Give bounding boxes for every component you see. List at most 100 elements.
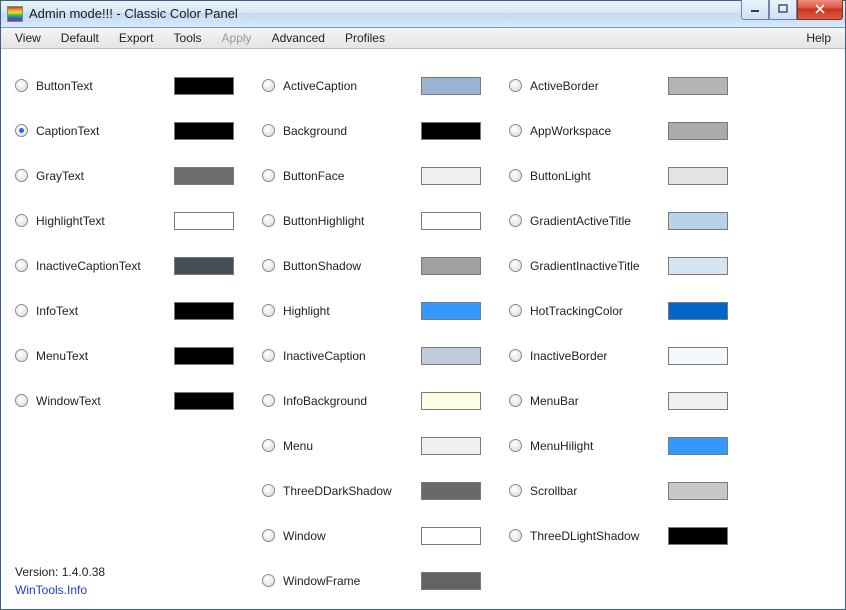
label-activeborder[interactable]: ActiveBorder: [530, 79, 668, 93]
swatch-menubar[interactable]: [668, 392, 728, 410]
swatch-highlight[interactable]: [421, 302, 481, 320]
radio-gradientactivetitle[interactable]: [509, 214, 522, 227]
swatch-menu[interactable]: [421, 437, 481, 455]
titlebar[interactable]: Admin mode!!! - Classic Color Panel: [1, 1, 845, 28]
swatch-background[interactable]: [421, 122, 481, 140]
swatch-gradientinactivetitle[interactable]: [668, 257, 728, 275]
swatch-highlighttext[interactable]: [174, 212, 234, 230]
menu-advanced[interactable]: Advanced: [262, 29, 335, 47]
radio-threedlightshadow[interactable]: [509, 529, 522, 542]
swatch-windowframe[interactable]: [421, 572, 481, 590]
radio-activecaption[interactable]: [262, 79, 275, 92]
label-captiontext[interactable]: CaptionText: [36, 124, 174, 138]
radio-menutext[interactable]: [15, 349, 28, 362]
label-threeddarkshadow[interactable]: ThreeDDarkShadow: [283, 484, 421, 498]
minimize-button[interactable]: [741, 0, 769, 20]
radio-captiontext[interactable]: [15, 124, 28, 137]
swatch-captiontext[interactable]: [174, 122, 234, 140]
radio-buttonshadow[interactable]: [262, 259, 275, 272]
label-inactiveborder[interactable]: InactiveBorder: [530, 349, 668, 363]
radio-inactivecaptiontext[interactable]: [15, 259, 28, 272]
radio-buttontext[interactable]: [15, 79, 28, 92]
label-menutext[interactable]: MenuText: [36, 349, 174, 363]
label-infotext[interactable]: InfoText: [36, 304, 174, 318]
radio-menuhilight[interactable]: [509, 439, 522, 452]
menu-view[interactable]: View: [5, 29, 51, 47]
radio-inactiveborder[interactable]: [509, 349, 522, 362]
radio-windowtext[interactable]: [15, 394, 28, 407]
radio-infobackground[interactable]: [262, 394, 275, 407]
menu-tools[interactable]: Tools: [164, 29, 212, 47]
label-gradientactivetitle[interactable]: GradientActiveTitle: [530, 214, 668, 228]
radio-windowframe[interactable]: [262, 574, 275, 587]
label-threedlightshadow[interactable]: ThreeDLightShadow: [530, 529, 668, 543]
radio-threeddarkshadow[interactable]: [262, 484, 275, 497]
wintools-link[interactable]: WinTools.Info: [15, 583, 105, 597]
swatch-graytext[interactable]: [174, 167, 234, 185]
menu-default[interactable]: Default: [51, 29, 109, 47]
label-window[interactable]: Window: [283, 529, 421, 543]
swatch-activecaption[interactable]: [421, 77, 481, 95]
label-appworkspace[interactable]: AppWorkspace: [530, 124, 668, 138]
label-hottrackingcolor[interactable]: HotTrackingColor: [530, 304, 668, 318]
radio-buttonface[interactable]: [262, 169, 275, 182]
swatch-inactivecaptiontext[interactable]: [174, 257, 234, 275]
radio-buttonlight[interactable]: [509, 169, 522, 182]
radio-activeborder[interactable]: [509, 79, 522, 92]
radio-graytext[interactable]: [15, 169, 28, 182]
label-scrollbar[interactable]: Scrollbar: [530, 484, 668, 498]
label-gradientinactivetitle[interactable]: GradientInactiveTitle: [530, 259, 668, 273]
radio-highlight[interactable]: [262, 304, 275, 317]
menu-help[interactable]: Help: [796, 29, 841, 47]
radio-hottrackingcolor[interactable]: [509, 304, 522, 317]
label-menubar[interactable]: MenuBar: [530, 394, 668, 408]
swatch-scrollbar[interactable]: [668, 482, 728, 500]
label-background[interactable]: Background: [283, 124, 421, 138]
swatch-infobackground[interactable]: [421, 392, 481, 410]
swatch-buttonface[interactable]: [421, 167, 481, 185]
radio-inactivecaption[interactable]: [262, 349, 275, 362]
swatch-menuhilight[interactable]: [668, 437, 728, 455]
label-activecaption[interactable]: ActiveCaption: [283, 79, 421, 93]
radio-appworkspace[interactable]: [509, 124, 522, 137]
swatch-menutext[interactable]: [174, 347, 234, 365]
label-highlight[interactable]: Highlight: [283, 304, 421, 318]
swatch-inactivecaption[interactable]: [421, 347, 481, 365]
radio-menu[interactable]: [262, 439, 275, 452]
label-inactivecaption[interactable]: InactiveCaption: [283, 349, 421, 363]
label-buttontext[interactable]: ButtonText: [36, 79, 174, 93]
swatch-buttonshadow[interactable]: [421, 257, 481, 275]
swatch-buttonhighlight[interactable]: [421, 212, 481, 230]
label-buttonshadow[interactable]: ButtonShadow: [283, 259, 421, 273]
radio-gradientinactivetitle[interactable]: [509, 259, 522, 272]
label-highlighttext[interactable]: HighlightText: [36, 214, 174, 228]
label-windowframe[interactable]: WindowFrame: [283, 574, 421, 588]
swatch-infotext[interactable]: [174, 302, 234, 320]
menu-export[interactable]: Export: [109, 29, 164, 47]
label-menu[interactable]: Menu: [283, 439, 421, 453]
swatch-buttonlight[interactable]: [668, 167, 728, 185]
swatch-buttontext[interactable]: [174, 77, 234, 95]
swatch-window[interactable]: [421, 527, 481, 545]
label-buttonhighlight[interactable]: ButtonHighlight: [283, 214, 421, 228]
swatch-hottrackingcolor[interactable]: [668, 302, 728, 320]
swatch-windowtext[interactable]: [174, 392, 234, 410]
radio-menubar[interactable]: [509, 394, 522, 407]
label-graytext[interactable]: GrayText: [36, 169, 174, 183]
maximize-button[interactable]: [769, 0, 797, 20]
radio-scrollbar[interactable]: [509, 484, 522, 497]
radio-window[interactable]: [262, 529, 275, 542]
label-buttonlight[interactable]: ButtonLight: [530, 169, 668, 183]
label-buttonface[interactable]: ButtonFace: [283, 169, 421, 183]
radio-buttonhighlight[interactable]: [262, 214, 275, 227]
radio-infotext[interactable]: [15, 304, 28, 317]
menu-profiles[interactable]: Profiles: [335, 29, 395, 47]
swatch-threedlightshadow[interactable]: [668, 527, 728, 545]
radio-highlighttext[interactable]: [15, 214, 28, 227]
label-inactivecaptiontext[interactable]: InactiveCaptionText: [36, 259, 174, 273]
label-windowtext[interactable]: WindowText: [36, 394, 174, 408]
swatch-threeddarkshadow[interactable]: [421, 482, 481, 500]
swatch-inactiveborder[interactable]: [668, 347, 728, 365]
radio-background[interactable]: [262, 124, 275, 137]
label-infobackground[interactable]: InfoBackground: [283, 394, 421, 408]
